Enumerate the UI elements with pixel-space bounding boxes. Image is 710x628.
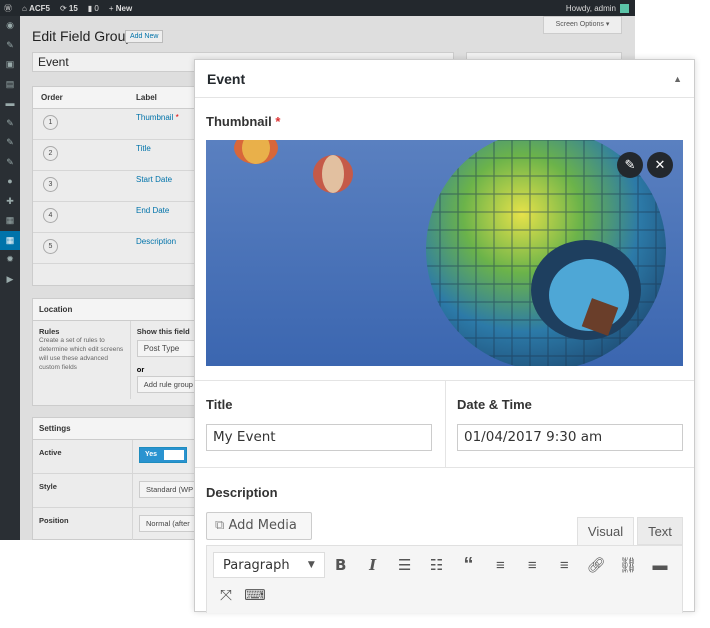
table-row[interactable]: 5 Description <box>33 233 211 264</box>
event-metabox: Event ▲ Thumbnail * ✎ ✕ Title My Event Da… <box>194 59 695 613</box>
settings-heading: Settings <box>33 418 211 440</box>
gear-icon[interactable]: ✹ <box>0 250 20 270</box>
title-label: Title <box>206 397 233 412</box>
field-link[interactable]: Thumbnail * <box>136 113 179 122</box>
posts-icon[interactable]: ✎ <box>0 36 20 56</box>
keyboard-toolbar-toggle-icon[interactable]: ⌨ <box>239 586 271 604</box>
admin-sidebar: ◉ ✎ ▣ ▤ ▬ ✎ ✎ ✎ ● ✚ ▦ ▦ ✹ ▶ <box>0 16 20 540</box>
fullscreen-icon[interactable]: ⤧ <box>213 587 239 604</box>
label-header: Label <box>136 93 157 102</box>
unlink-icon[interactable]: ⛓ <box>612 556 644 574</box>
order-badge: 3 <box>43 177 58 192</box>
order-badge: 1 <box>43 115 58 130</box>
style-select[interactable]: Standard (WP <box>139 481 201 498</box>
field-link[interactable]: Title <box>136 144 151 153</box>
order-badge: 5 <box>43 239 58 254</box>
users-icon[interactable]: ● <box>0 172 20 192</box>
site-link[interactable]: ⌂ ACF5 <box>22 4 50 13</box>
rules-help: Create a set of rules to determine which… <box>39 337 124 371</box>
italic-icon[interactable]: I <box>357 556 389 574</box>
table-row[interactable]: 4 End Date <box>33 202 211 233</box>
order-header: Order <box>41 93 63 102</box>
field-link[interactable]: Start Date <box>136 175 172 184</box>
dashboard-icon[interactable]: ◉ <box>0 16 20 36</box>
comments-icon[interactable]: ▬ <box>0 94 20 114</box>
style-label: Style <box>33 474 133 507</box>
link-icon[interactable]: 🔗︎ <box>580 556 612 574</box>
location-box: Location Rules Create a set of rules to … <box>32 298 212 406</box>
title-input[interactable]: My Event <box>206 424 432 451</box>
account-menu[interactable]: Howdy, admin <box>566 3 629 13</box>
settings-icon[interactable]: ▦ <box>0 211 20 231</box>
updates-link[interactable]: ⟳ 15 <box>60 4 78 13</box>
pages-icon[interactable]: ▤ <box>0 75 20 95</box>
page-title: Edit Field Group <box>32 28 134 44</box>
tools-icon[interactable]: ✚ <box>0 192 20 212</box>
thumbnail-label: Thumbnail * <box>206 114 281 129</box>
format-select[interactable]: Paragraph ▼ <box>213 552 325 578</box>
wordpress-logo-icon[interactable]: Ⓦ <box>4 3 12 14</box>
add-media-button[interactable]: ⧉ Add Media <box>206 512 312 540</box>
pin-icon[interactable]: ✎ <box>0 114 20 134</box>
order-badge: 4 <box>43 208 58 223</box>
new-link[interactable]: + New <box>109 4 132 13</box>
align-center-icon[interactable]: ≡ <box>516 557 548 574</box>
date-time-label: Date & Time <box>457 397 532 412</box>
rules-label: Rules <box>39 327 60 336</box>
table-row[interactable]: 1 Thumbnail * <box>33 109 211 140</box>
remove-image-button[interactable]: ✕ <box>647 152 673 178</box>
active-label: Active <box>33 440 133 473</box>
read-more-icon[interactable]: ▬ <box>644 557 676 574</box>
bold-icon[interactable]: B <box>325 556 357 574</box>
align-right-icon[interactable]: ≡ <box>548 557 580 574</box>
settings-box: Settings Active Yes Style Standard (WP Pos… <box>32 417 212 540</box>
hot-air-balloon-photo <box>206 140 683 366</box>
tab-visual[interactable]: Visual <box>577 517 634 546</box>
thumbnail-image: ✎ ✕ <box>206 140 683 366</box>
edit-image-button[interactable]: ✎ <box>617 152 643 178</box>
fields-table: Order Label 1 Thumbnail * 2 Title 3 Start Da… <box>32 86 212 286</box>
description-label: Description <box>206 485 278 500</box>
position-select[interactable]: Normal (after <box>139 515 197 532</box>
tab-text[interactable]: Text <box>637 517 683 545</box>
order-badge: 2 <box>43 146 58 161</box>
date-time-input[interactable]: 01/04/2017 9:30 am <box>457 424 683 451</box>
blockquote-icon[interactable]: “ <box>452 554 484 577</box>
align-left-icon[interactable]: ≡ <box>484 557 516 574</box>
table-row[interactable]: 2 Title <box>33 140 211 171</box>
admin-bar: Ⓦ ⌂ ACF5 ⟳ 15 ▮ 0 + New Howdy, admin <box>0 0 635 16</box>
location-heading: Location <box>33 299 211 321</box>
bullet-list-icon[interactable]: ☰ <box>389 556 421 574</box>
active-toggle[interactable]: Yes <box>139 447 187 463</box>
field-link[interactable]: End Date <box>136 206 169 215</box>
custom-fields-icon[interactable]: ▦ <box>0 230 20 250</box>
add-media-icon: ⧉ <box>215 518 225 533</box>
plugins-icon[interactable]: ✎ <box>0 153 20 173</box>
media-icon[interactable]: ▣ <box>0 55 20 75</box>
avatar <box>620 3 629 13</box>
table-row[interactable]: 3 Start Date <box>33 171 211 202</box>
appearance-icon[interactable]: ✎ <box>0 133 20 153</box>
field-link[interactable]: Description <box>136 237 176 246</box>
comments-link[interactable]: ▮ 0 <box>88 4 99 13</box>
add-new-button[interactable]: Add New <box>125 30 164 43</box>
collapse-toggle-icon[interactable]: ▲ <box>673 74 682 84</box>
play-icon[interactable]: ▶ <box>0 270 20 290</box>
metabox-title: Event <box>207 70 246 87</box>
editor-toolbar: Paragraph ▼ B I ☰ ☷ “ ≡ ≡ ≡ 🔗︎ ⛓ ▬ ⤧ ⌨ <box>206 545 683 613</box>
numbered-list-icon[interactable]: ☷ <box>421 556 453 574</box>
screen-options-button[interactable]: Screen Options ▾ <box>543 16 622 34</box>
position-label: Position <box>33 508 133 540</box>
